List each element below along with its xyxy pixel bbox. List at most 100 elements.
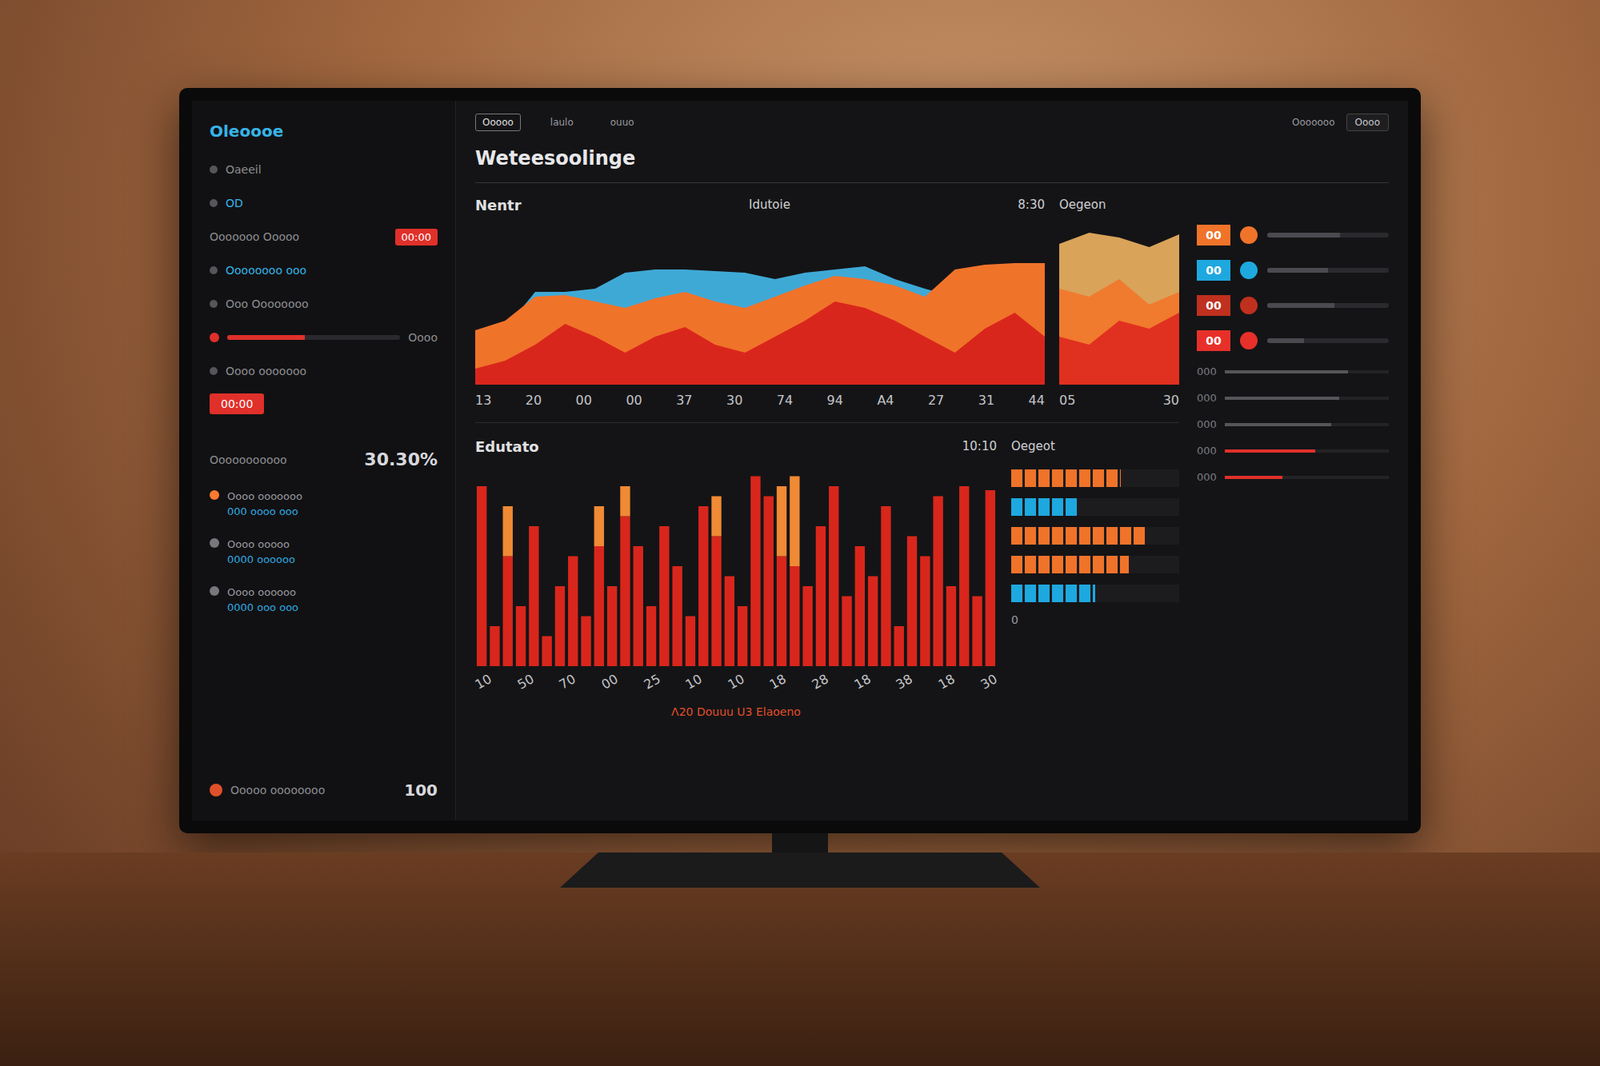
area-chart-card: NentrIdutoie8:301320000037307494A4273144: [475, 192, 1045, 408]
stat-value: 30.30%: [364, 449, 438, 470]
right-row[interactable]: 00: [1196, 260, 1389, 281]
alert-detail: 000 oooo ooo: [227, 505, 303, 518]
sidebar-item[interactable]: Oooo ooooooo: [209, 360, 438, 383]
bar: [789, 476, 800, 668]
bar-segment: [946, 586, 956, 667]
area-chart-title: Nentr: [475, 196, 522, 214]
tab[interactable]: ouuo: [603, 113, 642, 132]
breakdown-fill: [1011, 556, 1129, 574]
sidebar-item-label: Oaeeil: [225, 163, 262, 176]
bar-segment: [528, 526, 539, 667]
axis-tick: 37: [676, 392, 692, 408]
sidebar-progress: Oooo: [209, 326, 438, 349]
main: OoooolauloouuoOooooooOoooWeteesoolingeNe…: [456, 100, 1408, 821]
axis-tick: 20: [525, 392, 542, 408]
bar: [607, 586, 617, 667]
monitor: OleoooeOaeeilODOoooooo Ooooo00:00Ooooooo…: [179, 88, 1421, 834]
right-icon: [1240, 226, 1258, 244]
bar-segment: [907, 536, 917, 668]
right-line-fill: [1224, 423, 1332, 427]
progress-fill: [227, 335, 305, 340]
bar-segment: [972, 596, 982, 668]
bar-segment: [894, 626, 904, 667]
bar-segment: [580, 616, 591, 668]
bar: [594, 506, 604, 667]
axis-tick: 13: [475, 392, 492, 408]
right-badge: 00: [1196, 260, 1231, 281]
breakdown-row: [1011, 584, 1180, 603]
breakdown-fill: [1011, 527, 1146, 545]
sidebar-alert[interactable]: Oooo ooooo0000 oooooo: [209, 538, 438, 566]
bar-segment: [828, 486, 839, 667]
area-chart-head: NentrIdutoie8:30: [475, 192, 1045, 217]
dashboard-body: NentrIdutoie8:301320000037307494A4273144…: [475, 192, 1389, 805]
side-chart-card: Oegeon0530: [1059, 192, 1180, 408]
area-chart-time: 8:30: [1017, 197, 1045, 212]
bar-segment: [841, 596, 852, 668]
bar-chart-title: Edutato: [475, 438, 540, 456]
right-track: [1267, 303, 1389, 308]
bar-segment: [607, 586, 617, 667]
right-icon: [1240, 261, 1258, 280]
sidebar-alert[interactable]: Oooo ooooooo000 oooo ooo: [209, 490, 438, 518]
alert-text: Oooo oooooo0000 ooo ooo: [227, 586, 299, 614]
right-row[interactable]: 00: [1196, 295, 1389, 316]
area-chart: [475, 224, 1045, 385]
axis-tick: 74: [776, 392, 793, 408]
bar-segment: [985, 490, 996, 667]
alert-dot: [209, 490, 220, 500]
right-row[interactable]: 00: [1196, 330, 1389, 352]
bar: [972, 596, 982, 668]
right-badge: 00: [1196, 224, 1231, 246]
monitor-neck: [772, 833, 828, 853]
monitor-base: [560, 852, 1040, 888]
axis-tick: 30: [726, 392, 743, 408]
item-icon: [209, 300, 218, 308]
axis-tick: 27: [928, 392, 944, 408]
right-line-label: 000: [1196, 471, 1217, 484]
axis-tick: 38: [893, 671, 916, 693]
sidebar-item[interactable]: Oaeeil: [209, 158, 438, 181]
bar-segment: [698, 506, 708, 667]
top-right-button[interactable]: Oooo: [1346, 113, 1389, 132]
item-icon: [209, 165, 218, 174]
bar-segment: [503, 506, 513, 557]
breakdown-fill: [1011, 498, 1079, 516]
bar: [920, 556, 930, 668]
side-chart-title: Oegeon: [1059, 197, 1106, 212]
right-row[interactable]: 00: [1196, 224, 1389, 246]
bar: [985, 490, 996, 667]
top-right: OooooooOooo: [1292, 113, 1389, 132]
footer-dot: [209, 784, 223, 797]
bar-segment: [620, 486, 630, 517]
axis-tick: 00: [576, 392, 592, 408]
tab[interactable]: Ooooo: [475, 113, 521, 132]
breakdown-row: [1011, 469, 1180, 488]
sidebar-item-label: Oooooooo ooo: [225, 264, 307, 277]
tab[interactable]: laulo: [543, 113, 581, 132]
right-line-fill: [1224, 476, 1283, 480]
area-series: [475, 301, 1045, 385]
right-track: [1267, 268, 1389, 273]
breakdown-head: Oegeot: [1011, 434, 1180, 459]
progress-track: [227, 335, 400, 340]
area-chart-ticks: 1320000037307494A4273144: [475, 392, 1045, 408]
bar-segment: [489, 626, 500, 667]
sidebar-button[interactable]: 00:00: [209, 393, 264, 415]
bar: [555, 586, 565, 667]
sidebar-alert[interactable]: Oooo oooooo0000 ooo ooo: [209, 586, 438, 614]
bar-segment: [476, 486, 487, 667]
item-icon: [209, 199, 218, 208]
bar-segment: [503, 556, 513, 668]
axis-tick: A4: [876, 392, 894, 408]
sidebar-item[interactable]: Ooooooo Ooooo00:00: [209, 225, 438, 248]
bar-segment: [541, 636, 552, 668]
breakdown-row: [1011, 527, 1180, 545]
sidebar-item[interactable]: Oooooooo ooo: [209, 259, 438, 282]
area-series: [475, 263, 1045, 385]
axis-tick: 31: [978, 392, 995, 408]
axis-tick: 70: [556, 671, 579, 693]
bar: [776, 486, 787, 667]
sidebar-item[interactable]: OD: [209, 192, 438, 215]
sidebar-item[interactable]: Ooo Oooooooo: [209, 292, 438, 316]
